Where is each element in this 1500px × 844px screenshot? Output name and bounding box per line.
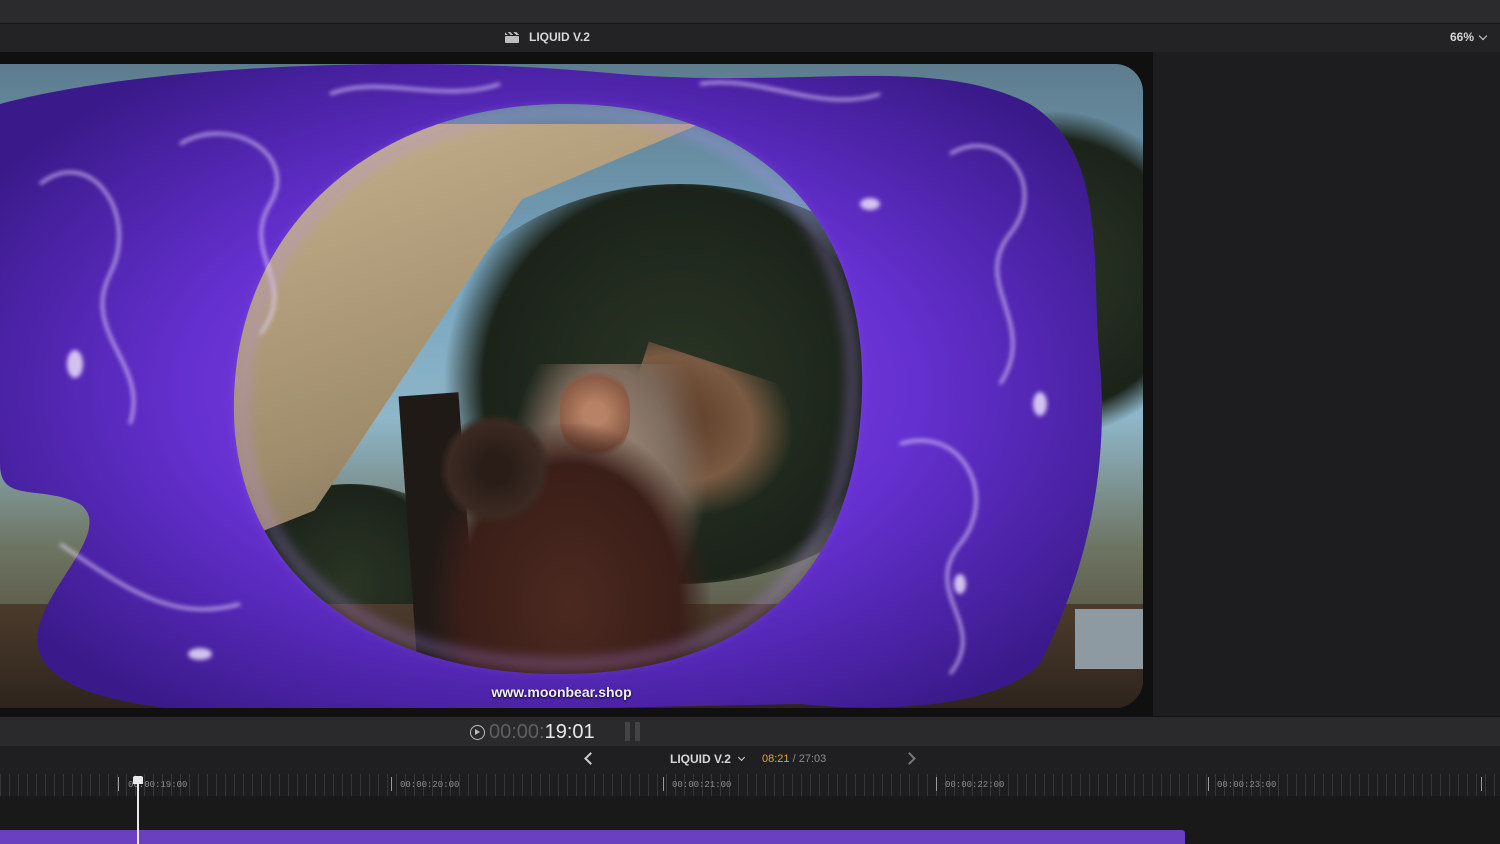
ruler-major-tick bbox=[663, 777, 664, 791]
ruler-label: 00:00:22:00 bbox=[945, 780, 1005, 790]
duration-total: 27:03 bbox=[798, 753, 827, 765]
zoom-dropdown[interactable]: 66% bbox=[1449, 30, 1488, 44]
pause-icon[interactable] bbox=[625, 722, 640, 741]
project-name: LIQUID V.2 bbox=[670, 752, 731, 766]
ruler-label: 00:00:21:00 bbox=[672, 780, 732, 790]
inspector-panel bbox=[1153, 52, 1500, 716]
viewer-header: LIQUID V.2 66% bbox=[0, 24, 1500, 52]
chevron-down-icon bbox=[737, 753, 745, 762]
viewer-title: LIQUID V.2 bbox=[529, 30, 590, 44]
watermark-text: www.moonbear.shop bbox=[491, 684, 632, 700]
ruler-label: 00:00:20:00 bbox=[400, 780, 460, 790]
duration-current: 08:21 bbox=[762, 753, 790, 765]
ruler-major-tick bbox=[936, 777, 937, 791]
project-duration: 08:21 / 27:03 bbox=[762, 753, 826, 765]
ruler-major-tick bbox=[1208, 777, 1209, 791]
clapperboard-icon bbox=[505, 31, 519, 43]
viewer-title-group: LIQUID V.2 bbox=[505, 30, 590, 44]
duration-separator: / bbox=[789, 753, 799, 765]
ruler-major-tick bbox=[118, 777, 119, 791]
timeline-ruler[interactable]: 00:00:19:00 00:00:20:00 00:00:21:00 00:0… bbox=[0, 774, 1500, 796]
video-frame: www.moonbear.shop bbox=[0, 64, 1143, 708]
timecode-display[interactable]: 00:00: 19:01 bbox=[470, 721, 595, 744]
play-clock-icon bbox=[470, 725, 485, 740]
ruler-major-tick bbox=[391, 777, 392, 791]
ruler-major-tick bbox=[1481, 777, 1482, 791]
chevron-down-icon bbox=[1478, 31, 1488, 40]
zoom-value: 66% bbox=[1449, 30, 1474, 44]
playhead[interactable] bbox=[137, 778, 139, 844]
playback-bar: 00:00: 19:01 bbox=[0, 716, 1500, 746]
window-toolbar bbox=[0, 0, 1500, 24]
ruler-label: 00:00:23:00 bbox=[1217, 780, 1277, 790]
timecode-dim: 00:00: bbox=[489, 721, 545, 743]
timecode-value: 19:01 bbox=[544, 721, 595, 743]
chevron-left-icon[interactable] bbox=[584, 752, 597, 765]
video-viewer[interactable]: www.moonbear.shop bbox=[0, 52, 1153, 716]
chevron-right-icon[interactable] bbox=[903, 752, 916, 765]
project-dropdown[interactable]: LIQUID V.2 bbox=[670, 752, 745, 766]
liquid-frame-overlay bbox=[0, 64, 1102, 708]
timeline-header: LIQUID V.2 08:21 / 27:03 bbox=[0, 746, 1500, 774]
video-clip[interactable] bbox=[0, 830, 1185, 844]
